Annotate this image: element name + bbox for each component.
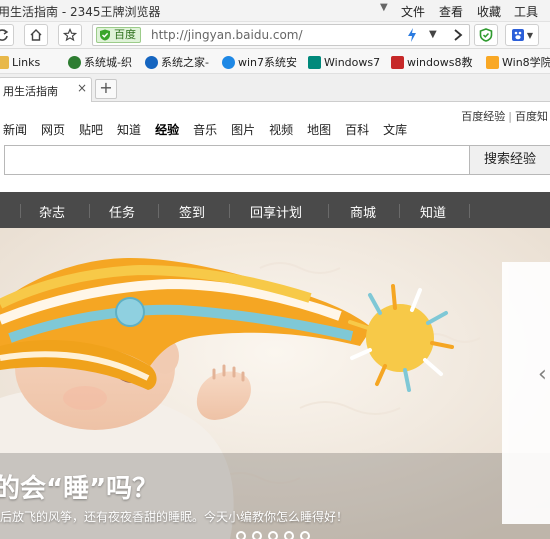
bookmark-item[interactable]: 系统之家-: [145, 54, 209, 70]
url-dropdown-icon[interactable]: ▼: [429, 29, 437, 40]
bookmark-label: Windows7: [324, 55, 381, 69]
carousel-dots: [236, 531, 310, 539]
close-icon[interactable]: ×: [77, 81, 87, 95]
nav-baike[interactable]: 百科: [345, 121, 369, 138]
nav-tieba[interactable]: 贴吧: [79, 121, 103, 138]
hero-headline[interactable]: 的会“睡”吗？: [0, 468, 158, 505]
home-button[interactable]: [24, 24, 48, 46]
link-baidu-zhidao[interactable]: 百度知: [515, 110, 548, 123]
site-icon: [222, 55, 235, 69]
security-label: 百度: [114, 28, 136, 41]
top-right-links: 百度经验 | 百度知: [461, 108, 548, 124]
tab-bar: 用生活指南 × +: [0, 74, 550, 102]
carousel-dot[interactable]: [252, 531, 262, 539]
nav-share-plan[interactable]: 回享计划: [250, 202, 302, 221]
go-arrow-icon[interactable]: [449, 26, 467, 44]
window-title: 用生活指南 - 2345王牌浏览器: [0, 5, 161, 19]
menu-favorites[interactable]: 收藏: [477, 3, 501, 20]
green-shield-icon: [479, 28, 493, 42]
divider: [89, 204, 90, 218]
search-engine-button[interactable]: ▼: [505, 24, 539, 46]
nav-map[interactable]: 地图: [307, 121, 331, 138]
title-bar: 用生活指南 - 2345王牌浏览器 ▼ 文件 查看 收藏 工具: [0, 0, 550, 22]
bookmarks-bar: Links 系统城-织 系统之家- win7系统安 Windows7 windo…: [0, 49, 550, 74]
menu-file[interactable]: 文件: [401, 3, 425, 20]
star-icon: [63, 28, 77, 42]
side-panel: ‹: [502, 262, 550, 524]
nav-zhidao-2[interactable]: 知道: [420, 202, 446, 221]
bookmark-item[interactable]: Windows7: [308, 54, 380, 70]
security-badge[interactable]: 百度: [96, 27, 141, 43]
new-tab-button[interactable]: +: [95, 79, 117, 99]
bookmark-label: 系统之家-: [161, 56, 209, 69]
carousel-dot[interactable]: [300, 531, 310, 539]
home-icon: [30, 29, 42, 41]
carousel-dot[interactable]: [236, 531, 246, 539]
site-nav-bar: 杂志 任务 签到 回享计划 商城 知道: [0, 192, 550, 228]
refresh-button[interactable]: [0, 24, 14, 46]
search-button[interactable]: 搜索经验: [470, 145, 550, 175]
site-icon: [308, 55, 321, 69]
tab-label: 用生活指南: [3, 85, 58, 98]
divider: [469, 204, 470, 218]
bookmark-item[interactable]: windows8教: [391, 54, 472, 70]
site-icon: [486, 55, 499, 69]
divider: [20, 204, 21, 218]
lightning-icon[interactable]: [405, 27, 419, 43]
chevron-left-icon[interactable]: ‹: [538, 362, 547, 387]
baidu-product-nav: 新闻 网页 贴吧 知道 经验 音乐 图片 视频 地图 百科 文库: [3, 121, 421, 138]
link-baidu-jingyan[interactable]: 百度经验: [461, 110, 505, 123]
divider: [229, 204, 230, 218]
baidu-paw-icon: [511, 29, 524, 41]
nav-news[interactable]: 新闻: [3, 121, 27, 138]
nav-magazine[interactable]: 杂志: [39, 202, 65, 221]
nav-images[interactable]: 图片: [231, 121, 255, 138]
site-icon: [145, 55, 158, 69]
divider: [158, 204, 159, 218]
folder-icon: [0, 55, 9, 69]
nav-web[interactable]: 网页: [41, 121, 65, 138]
menu-tools[interactable]: 工具: [514, 3, 538, 20]
bookmark-label: 系统城-织: [84, 56, 132, 69]
bookmark-label: Links: [12, 55, 41, 69]
nav-music[interactable]: 音乐: [193, 121, 217, 138]
nav-zhidao[interactable]: 知道: [117, 121, 141, 138]
site-icon: [391, 55, 404, 69]
carousel-dot[interactable]: [268, 531, 278, 539]
search-input[interactable]: [4, 145, 470, 175]
bookmark-item[interactable]: 系统城-织: [68, 54, 132, 70]
url-text[interactable]: http://jingyan.baidu.com/: [151, 28, 303, 42]
nav-jingyan[interactable]: 经验: [155, 121, 179, 138]
bookmark-item[interactable]: Win8学院: [486, 54, 550, 70]
carousel-dot[interactable]: [284, 531, 294, 539]
divider: [328, 204, 329, 218]
nav-video[interactable]: 视频: [269, 121, 293, 138]
menu-view[interactable]: 查看: [439, 3, 463, 20]
bookmark-item[interactable]: Links: [0, 54, 40, 70]
refresh-icon: [0, 29, 9, 41]
tab-active[interactable]: 用生活指南 ×: [0, 77, 92, 102]
bookmark-label: Win8学院: [502, 56, 550, 69]
site-icon: [68, 55, 81, 69]
hero-banner[interactable]: 的会“睡”吗？ 后放飞的风筝，还有夜夜香甜的睡眠。今天小编教你怎么睡得好！: [0, 228, 550, 539]
nav-mall[interactable]: 商城: [350, 202, 376, 221]
nav-checkin[interactable]: 签到: [179, 202, 205, 221]
address-bar[interactable]: 百度 http://jingyan.baidu.com/ ▼: [92, 24, 470, 46]
favorite-star-button[interactable]: [58, 24, 82, 46]
navigation-bar: 百度 http://jingyan.baidu.com/ ▼ ▼: [0, 22, 550, 49]
bookmark-label: win7系统安: [238, 56, 298, 69]
security-shield-button[interactable]: [474, 24, 498, 46]
nav-tasks[interactable]: 任务: [109, 202, 135, 221]
bookmark-item[interactable]: win7系统安: [222, 54, 297, 70]
divider: [399, 204, 400, 218]
chevron-down-icon[interactable]: ▼: [380, 2, 388, 13]
shield-icon: [100, 29, 110, 41]
bookmark-label: windows8教: [407, 56, 473, 69]
divider: |: [508, 110, 512, 123]
nav-wenku[interactable]: 文库: [383, 121, 407, 138]
hero-subtext: 后放飞的风筝，还有夜夜香甜的睡眠。今天小编教你怎么睡得好！: [0, 510, 349, 524]
chevron-down-icon: ▼: [526, 30, 534, 40]
